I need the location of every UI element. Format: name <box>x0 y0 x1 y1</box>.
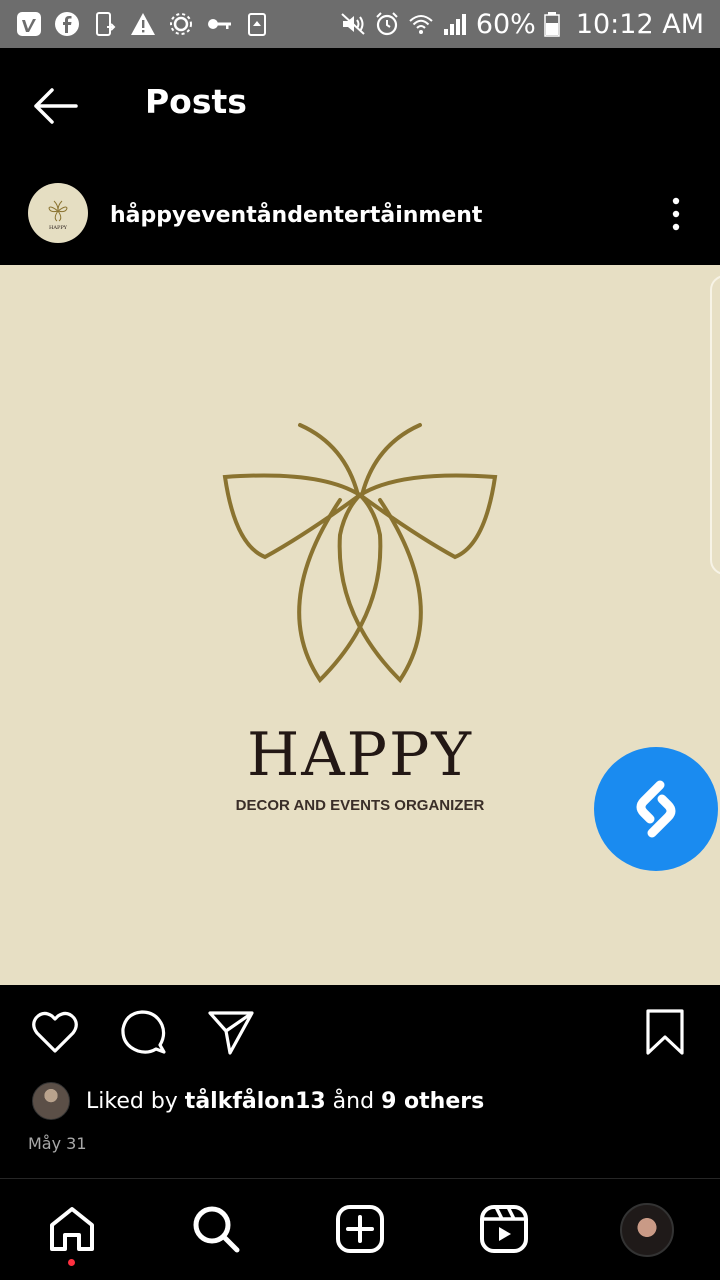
avatar-text: HAPPY <box>49 225 68 231</box>
likes-others[interactable]: 9 others <box>381 1089 484 1114</box>
page-title: Posts <box>145 82 247 121</box>
liker-avatar <box>32 1082 70 1120</box>
back-arrow-icon[interactable] <box>30 86 80 126</box>
clock: 10:12 AM <box>575 8 704 40</box>
comment-icon[interactable] <box>118 1007 168 1057</box>
likes-prefix: Liked by <box>86 1088 185 1114</box>
system-status: 60% 10:12 AM <box>340 9 704 40</box>
home-icon[interactable] <box>46 1203 98 1255</box>
avatar-logo: HAPPY <box>48 200 68 231</box>
status-bar: 60% 10:12 AM <box>0 0 720 48</box>
vimeo-icon <box>16 11 42 37</box>
create-icon[interactable] <box>334 1203 386 1255</box>
reels-icon[interactable] <box>478 1203 530 1255</box>
battery-icon <box>544 11 560 37</box>
likes-middle: ånd <box>325 1088 382 1114</box>
profile-avatar[interactable] <box>620 1203 674 1257</box>
post-image[interactable]: HAPPY DECOR AND EVENTS ORGANIZER <box>0 265 720 985</box>
post-username[interactable]: håppyeventåndentertåinment <box>110 203 482 228</box>
home-notification-dot <box>68 1259 75 1266</box>
likes-row[interactable]: Liked by tålkfålon13 ånd 9 others <box>32 1080 484 1122</box>
liker-username[interactable]: tålkfålon13 <box>185 1089 326 1114</box>
post-actions <box>0 985 720 1075</box>
recycle-icon <box>244 11 270 37</box>
heart-icon[interactable] <box>30 1007 80 1057</box>
carousel-edge <box>710 275 720 575</box>
post-header: HAPPY håppyeventåndentertåinment <box>0 160 720 265</box>
alarm-icon <box>374 11 400 37</box>
post-date: Måy 31 <box>28 1134 87 1153</box>
signal-icon <box>442 11 468 37</box>
shazam-floating-button[interactable] <box>594 747 718 871</box>
post-author-avatar[interactable]: HAPPY <box>28 183 88 243</box>
phone-update-icon <box>92 11 118 37</box>
facebook-icon <box>54 11 80 37</box>
bookmark-icon[interactable] <box>640 1007 690 1057</box>
likes-text: Liked by tålkfålon13 ånd 9 others <box>86 1089 484 1114</box>
battery-percent: 60% <box>475 8 536 40</box>
warning-icon <box>130 11 156 37</box>
mute-icon <box>340 11 366 37</box>
key-icon <box>206 11 232 37</box>
settings-gear-icon <box>168 11 194 37</box>
more-vertical-icon[interactable] <box>664 196 688 232</box>
shazam-icon <box>636 780 676 838</box>
bottom-nav <box>0 1178 720 1280</box>
wifi-icon <box>408 11 434 37</box>
notification-icons <box>16 11 270 37</box>
top-app-bar: Posts <box>0 48 720 160</box>
butterfly-logo <box>222 423 498 684</box>
share-icon[interactable] <box>206 1007 256 1057</box>
search-icon[interactable] <box>190 1203 242 1255</box>
